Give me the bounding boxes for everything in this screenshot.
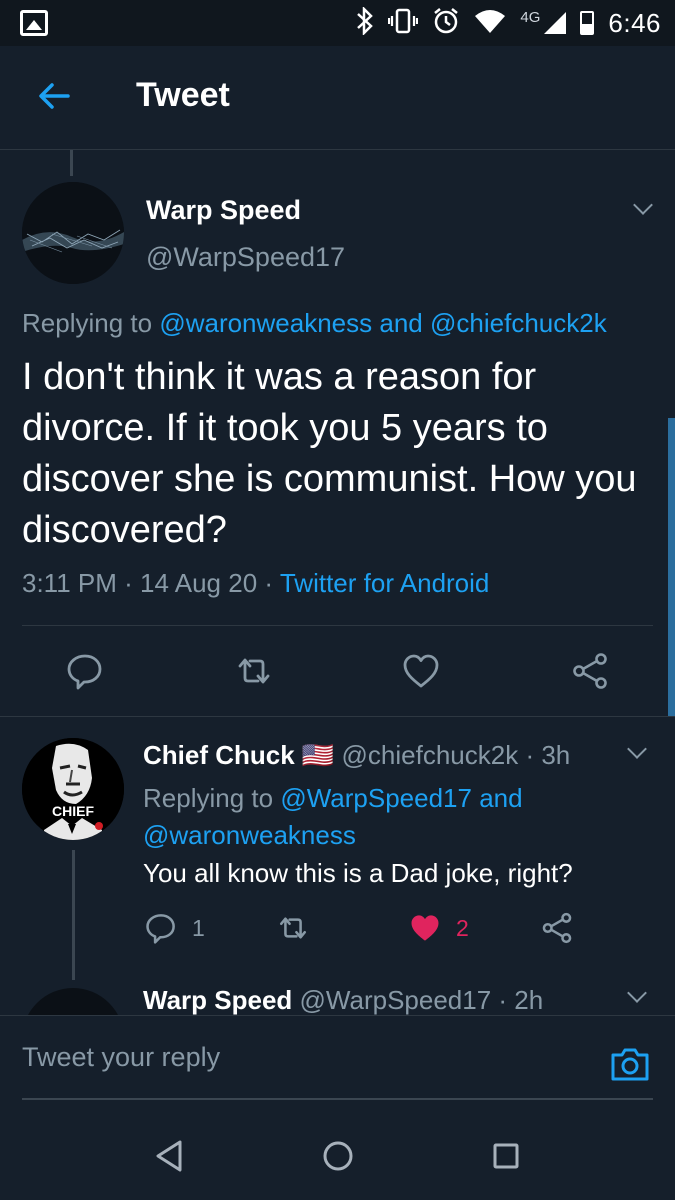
reply-count: 1	[192, 915, 205, 941]
retweet-icon[interactable]	[276, 912, 310, 944]
reply-icon[interactable]	[66, 652, 104, 690]
avatar[interactable]	[22, 182, 124, 284]
flag-emoji: 🇺🇸	[301, 740, 335, 770]
thread-connector	[70, 150, 73, 176]
replying-prefix: Replying to	[143, 783, 274, 813]
tweet-date: 14 Aug 20	[140, 568, 258, 598]
author-name[interactable]: Chief Chuck	[143, 740, 295, 770]
tweet-age: · 2h	[498, 985, 544, 1015]
mention-link[interactable]: @chiefchuck2k	[430, 308, 607, 338]
nav-recents-icon[interactable]	[486, 1136, 526, 1176]
tweet-age: · 3h	[525, 740, 571, 770]
chevron-down-icon[interactable]	[627, 739, 647, 759]
share-icon[interactable]	[541, 912, 573, 944]
tweet-text: You all know this is a Dad joke, right?	[143, 858, 573, 888]
retweet-icon[interactable]	[234, 652, 272, 690]
tweet-header: Warp Speed @WarpSpeed17 · 2h	[143, 985, 543, 1016]
mention-link[interactable]: @waronweakness	[159, 308, 372, 338]
replying-prefix: Replying to	[22, 308, 153, 338]
like-icon[interactable]	[402, 652, 440, 690]
thread-connector	[72, 850, 75, 980]
reply-input[interactable]	[22, 1016, 653, 1100]
app-bar: Tweet	[0, 46, 675, 150]
like-count: 2	[456, 915, 469, 941]
tweet-time: 3:11 PM	[22, 568, 117, 598]
reply-icon[interactable]	[145, 912, 177, 944]
clock: 6:46	[608, 7, 661, 38]
chevron-down-icon[interactable]	[627, 983, 647, 1003]
tweet-source[interactable]: Twitter for Android	[280, 568, 490, 598]
avatar-label: CHIEF	[52, 803, 94, 819]
mention-link[interactable]: @WarpSpeed17	[280, 783, 472, 813]
vibrate-icon	[388, 7, 419, 40]
battery-icon	[580, 11, 595, 35]
tweet-header: Chief Chuck 🇺🇸 @chiefchuck2k · 3h	[143, 740, 570, 771]
bluetooth-icon	[356, 5, 374, 40]
page-title: Tweet	[136, 76, 230, 114]
alarm-icon	[432, 7, 460, 40]
tweet-meta: 3:11 PM · 14 Aug 20 · Twitter for Androi…	[22, 568, 489, 599]
tweet-text: I don't think it was a reason for divorc…	[22, 356, 637, 551]
back-arrow-icon[interactable]	[34, 76, 74, 116]
status-bar: 4G 6:46	[0, 0, 675, 46]
replying-to: Replying to @waronweakness and @chiefchu…	[22, 308, 607, 339]
status-icons: 4G 6:46	[356, 5, 661, 40]
gallery-notification-icon	[20, 10, 48, 36]
reply-composer	[0, 1015, 675, 1115]
wifi-icon	[474, 8, 506, 39]
chevron-down-icon[interactable]	[633, 195, 653, 215]
mention-link[interactable]: @waronweakness	[143, 820, 356, 850]
meta-separator: ·	[264, 568, 274, 598]
nav-home-icon[interactable]	[318, 1136, 358, 1176]
share-icon[interactable]	[571, 652, 609, 690]
meta-separator: ·	[124, 568, 133, 598]
network-type-label: 4G	[520, 8, 541, 26]
camera-icon[interactable]	[610, 1046, 650, 1082]
mention-and[interactable]: and	[379, 308, 422, 338]
divider	[22, 625, 653, 626]
scrollbar[interactable]	[668, 418, 675, 716]
mention-and[interactable]: and	[479, 783, 522, 813]
author-handle[interactable]: @WarpSpeed17	[300, 985, 492, 1015]
replying-to: Replying to @WarpSpeed17 and @waronweakn…	[143, 780, 583, 854]
author-handle[interactable]: @WarpSpeed17	[146, 242, 345, 273]
system-nav-bar	[0, 1110, 675, 1200]
cell-signal-icon	[544, 12, 567, 34]
divider	[0, 716, 675, 717]
author-name[interactable]: Warp Speed	[146, 195, 301, 226]
avatar[interactable]: CHIEF	[22, 738, 124, 840]
nav-back-icon[interactable]	[150, 1136, 190, 1176]
author-name[interactable]: Warp Speed	[143, 985, 292, 1015]
author-handle[interactable]: @chiefchuck2k	[342, 740, 519, 770]
like-icon-active[interactable]	[409, 912, 441, 944]
